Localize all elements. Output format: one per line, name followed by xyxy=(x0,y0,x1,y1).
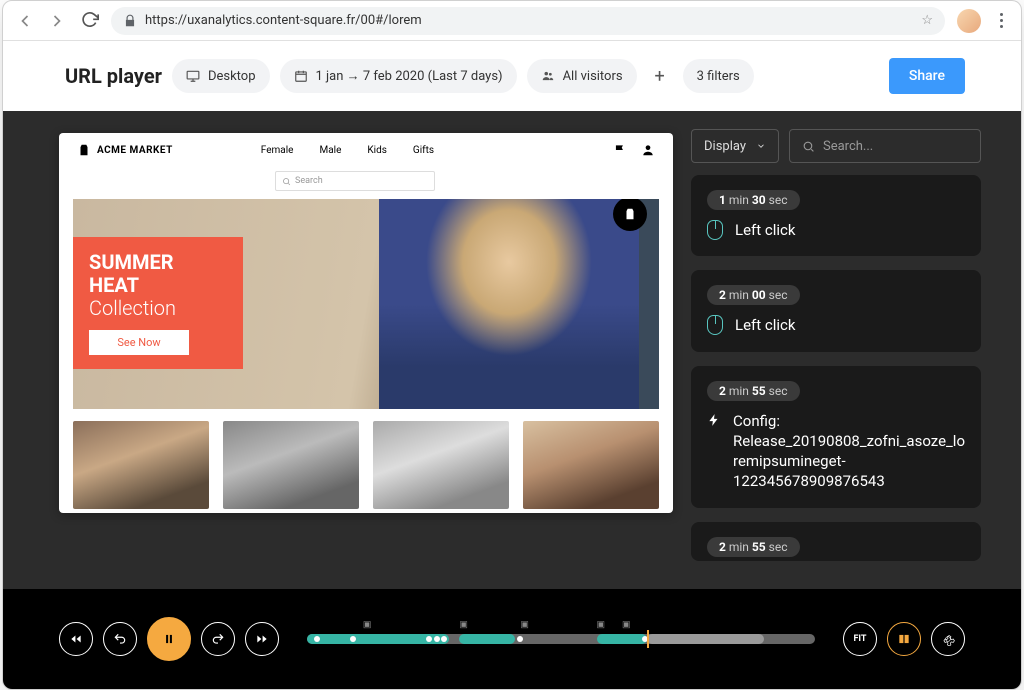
pause-button[interactable] xyxy=(147,617,191,661)
timeline-marker: ▣ xyxy=(597,620,607,630)
filters-count[interactable]: 3 filters xyxy=(683,59,754,93)
redo-button[interactable] xyxy=(201,622,235,656)
event-timestamp: 2 min 55 sec xyxy=(707,381,800,401)
timeline[interactable]: ▣ ▣ ▣ ▣ ▣ xyxy=(307,634,815,644)
desktop-icon xyxy=(186,69,200,83)
share-button[interactable]: Share xyxy=(889,58,965,94)
event-card[interactable]: 1 min 30 sec Left click xyxy=(691,175,981,256)
profile-avatar[interactable] xyxy=(957,9,981,33)
undo-button[interactable] xyxy=(103,622,137,656)
event-timestamp: 1 min 30 sec xyxy=(707,190,800,210)
event-timestamp: 2 min 00 sec xyxy=(707,285,800,305)
chevron-down-icon xyxy=(756,141,766,151)
mouse-icon xyxy=(707,220,723,240)
browser-menu-button[interactable] xyxy=(993,13,1009,28)
skip-back-button[interactable] xyxy=(59,622,93,656)
add-filter-button[interactable]: + xyxy=(647,63,673,89)
user-icon xyxy=(641,143,655,157)
date-filter[interactable]: 1 jan → 7 feb 2020 (Last 7 days) xyxy=(280,59,517,93)
bag-badge xyxy=(613,199,647,231)
skip-forward-button[interactable] xyxy=(245,622,279,656)
fit-button[interactable]: FIT xyxy=(843,622,877,656)
promo-cta: See Now xyxy=(89,330,189,355)
timeline-marker: ▣ xyxy=(363,620,373,630)
site-logo: ACME MARKET xyxy=(77,143,173,157)
event-label: Left click xyxy=(735,220,795,240)
event-card[interactable]: 2 min 55 sec xyxy=(691,522,981,561)
forward-button xyxy=(47,11,67,31)
mouse-icon xyxy=(707,315,723,335)
product-thumb xyxy=(73,421,209,509)
product-thumb xyxy=(523,421,659,509)
event-label: Config: Release_20190808_zofni_asoze_lor… xyxy=(733,411,965,492)
audience-filter[interactable]: All visitors xyxy=(527,59,637,93)
address-bar[interactable]: https://uxanalytics.content-square.fr/00… xyxy=(111,7,945,35)
product-thumb xyxy=(223,421,359,509)
url-text: https://uxanalytics.content-square.fr/00… xyxy=(145,13,422,28)
bolt-icon xyxy=(707,411,721,429)
back-button[interactable] xyxy=(15,11,35,31)
events-search-input[interactable]: Search... xyxy=(789,129,981,163)
product-thumb xyxy=(373,421,509,509)
timeline-marker: ▣ xyxy=(459,620,469,630)
visitors-icon xyxy=(541,69,555,83)
device-filter[interactable]: Desktop xyxy=(172,59,270,93)
site-nav: Female Male Kids Gifts xyxy=(261,145,434,156)
event-card[interactable]: 2 min 00 sec Left click xyxy=(691,270,981,351)
site-search-input: Search xyxy=(275,171,435,191)
session-viewport: ACME MARKET Female Male Kids Gifts Searc… xyxy=(59,133,673,513)
page-title: URL player xyxy=(65,64,162,88)
layout-toggle-button[interactable] xyxy=(887,622,921,656)
display-dropdown[interactable]: Display xyxy=(691,129,779,163)
calendar-icon xyxy=(294,69,308,83)
promo-banner: SUMMERHEATCollection See Now xyxy=(73,237,243,369)
timeline-marker: ▣ xyxy=(622,620,632,630)
event-timestamp: 2 min 55 sec xyxy=(707,537,800,557)
settings-button[interactable] xyxy=(931,622,965,656)
reload-button[interactable] xyxy=(79,11,99,31)
timeline-marker: ▣ xyxy=(520,620,530,630)
lock-icon xyxy=(123,14,137,28)
search-icon xyxy=(802,140,815,153)
star-icon[interactable]: ☆ xyxy=(921,13,933,28)
event-label: Left click xyxy=(735,315,795,335)
flag-icon xyxy=(613,143,627,157)
event-card[interactable]: 2 min 55 sec Config: Release_20190808_zo… xyxy=(691,366,981,508)
